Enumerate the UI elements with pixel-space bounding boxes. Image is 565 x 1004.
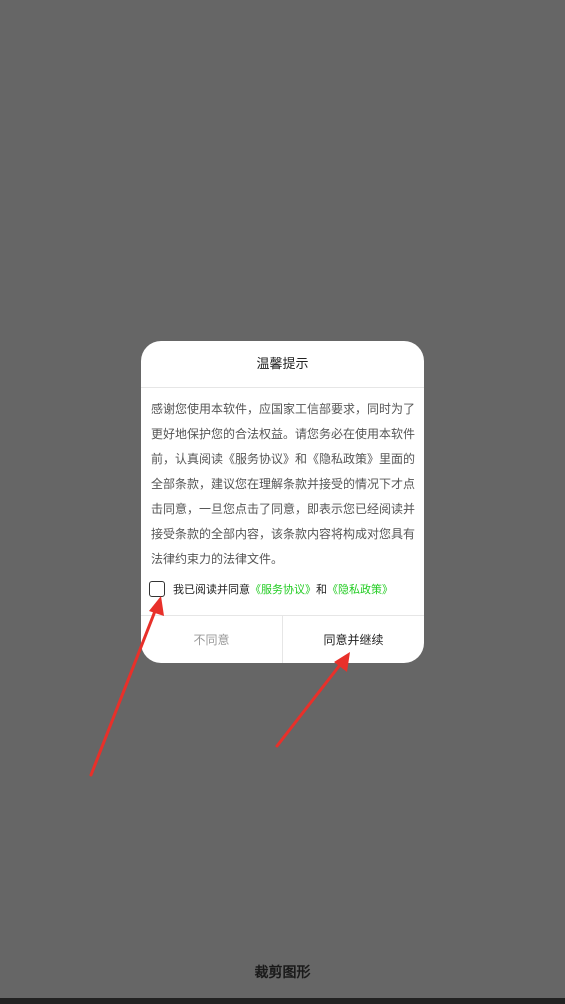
crop-shape-label[interactable]: 裁剪图形	[0, 962, 565, 982]
agree-and: 和	[316, 583, 327, 596]
service-agreement-link[interactable]: 《服务协议》	[250, 581, 316, 597]
accept-continue-button[interactable]: 同意并继续	[283, 616, 424, 663]
agree-row: 我已阅读并同意 《服务协议》 和 《隐私政策》	[149, 578, 393, 600]
dialog-title: 温馨提示	[141, 341, 424, 388]
dialog-body-text: 感谢您使用本软件，应国家工信部要求，同时为了更好地保护您的合法权益。请您务必在使…	[151, 402, 416, 566]
decline-button[interactable]: 不同意	[141, 616, 283, 663]
agree-checkbox[interactable]	[149, 581, 165, 597]
privacy-policy-link[interactable]: 《隐私政策》	[327, 581, 393, 597]
agree-prefix: 我已阅读并同意	[173, 583, 250, 596]
consent-dialog: 温馨提示 感谢您使用本软件，应国家工信部要求，同时为了更好地保护您的合法权益。请…	[141, 341, 424, 663]
dialog-buttons: 不同意 同意并继续	[141, 615, 424, 663]
bottom-bar	[0, 998, 565, 1004]
arrow-to-accept-button	[275, 652, 350, 748]
